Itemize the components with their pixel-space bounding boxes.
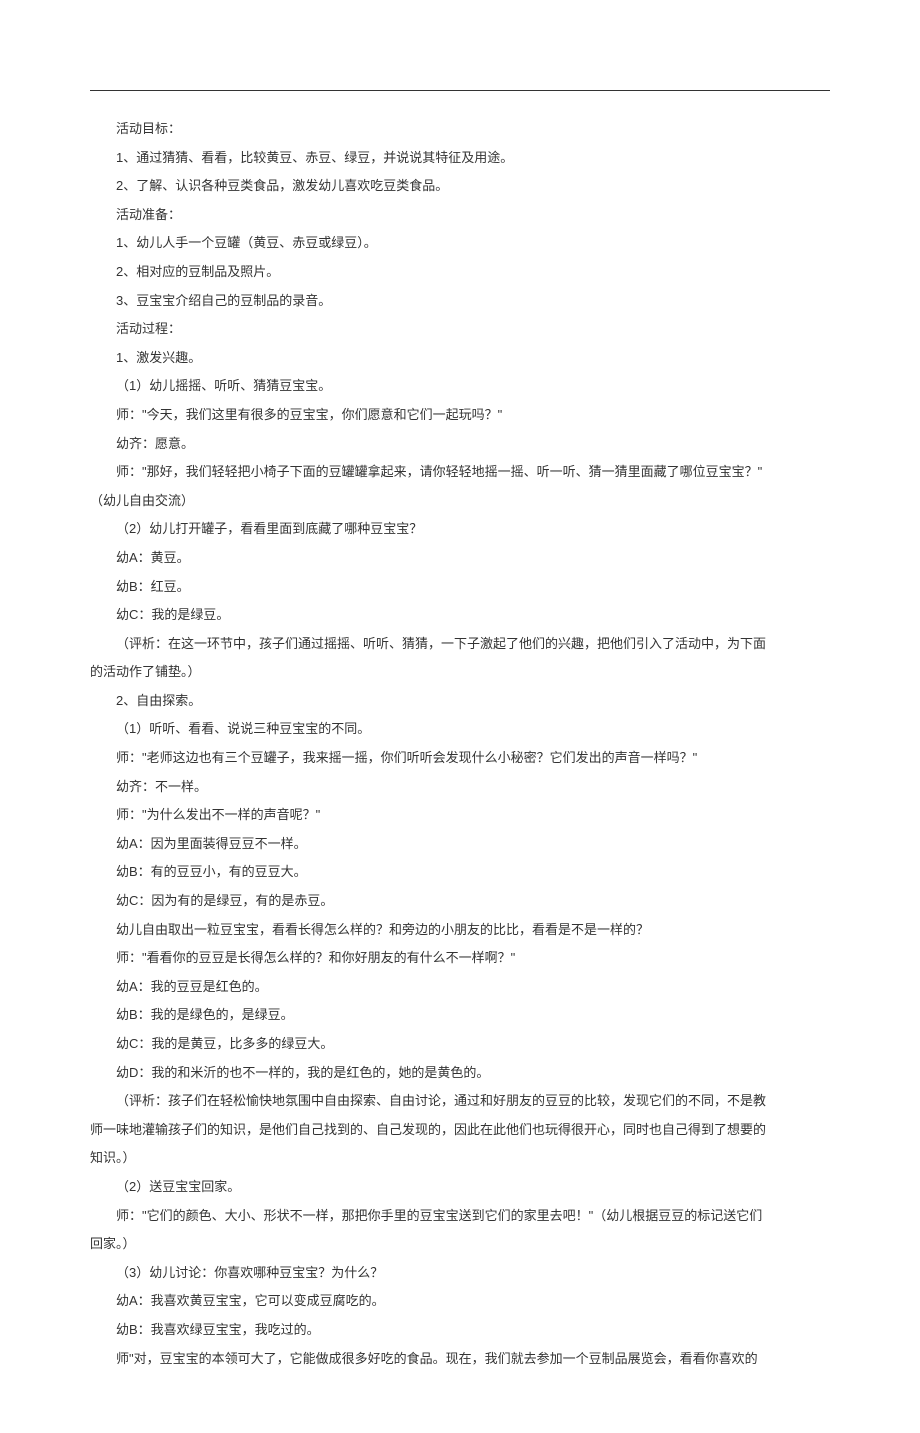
- text-line: （评析：在这一环节中，孩子们通过摇摇、听听、猜猜，一下子激起了他们的兴趣，把他们…: [90, 630, 830, 659]
- text-line: 师："老师这边也有三个豆罐子，我来摇一摇，你们听听会发现什么小秘密？它们发出的声…: [90, 744, 830, 773]
- text-line: 2、自由探索。: [90, 687, 830, 716]
- text-line: 师："今天，我们这里有很多的豆宝宝，你们愿意和它们一起玩吗？": [90, 401, 830, 430]
- text-line: 幼儿自由取出一粒豆宝宝，看看长得怎么样的？和旁边的小朋友的比比，看看是不是一样的…: [90, 916, 830, 945]
- text-line: 师："那好，我们轻轻把小椅子下面的豆罐罐拿起来，请你轻轻地摇一摇、听一听、猜一猜…: [90, 458, 830, 487]
- text-line: （3）幼儿讨论：你喜欢哪种豆宝宝？为什么？: [90, 1259, 830, 1288]
- text-line: 知识。）: [90, 1144, 830, 1173]
- text-line: 2、了解、认识各种豆类食品，激发幼儿喜欢吃豆类食品。: [90, 172, 830, 201]
- text-line: 幼A：因为里面装得豆豆不一样。: [90, 830, 830, 859]
- text-line: 师："它们的颜色、大小、形状不一样，那把你手里的豆宝宝送到它们的家里去吧！"（幼…: [90, 1202, 830, 1231]
- text-line: （1）幼儿摇摇、听听、猜猜豆宝宝。: [90, 372, 830, 401]
- text-line: 幼D：我的和米沂的也不一样的，我的是红色的，她的是黄色的。: [90, 1059, 830, 1088]
- text-line: 师"对，豆宝宝的本领可大了，它能做成很多好吃的食品。现在，我们就去参加一个豆制品…: [90, 1345, 830, 1374]
- text-line: 幼A：黄豆。: [90, 544, 830, 573]
- text-line: 回家。）: [90, 1230, 830, 1259]
- text-line: 幼齐：不一样。: [90, 773, 830, 802]
- text-line: 幼C：我的是黄豆，比多多的绿豆大。: [90, 1030, 830, 1059]
- text-line: （1）听听、看看、说说三种豆宝宝的不同。: [90, 715, 830, 744]
- text-line: （幼儿自由交流）: [90, 487, 830, 516]
- text-line: 幼B：红豆。: [90, 573, 830, 602]
- text-line: 1、通过猜猜、看看，比较黄豆、赤豆、绿豆，并说说其特征及用途。: [90, 144, 830, 173]
- text-line: 的活动作了铺垫。）: [90, 658, 830, 687]
- text-line: 幼C：我的是绿豆。: [90, 601, 830, 630]
- text-line: 师："看看你的豆豆是长得怎么样的？和你好朋友的有什么不一样啊？": [90, 944, 830, 973]
- text-line: 幼A：我的豆豆是红色的。: [90, 973, 830, 1002]
- text-line: （2）幼儿打开罐子，看看里面到底藏了哪种豆宝宝？: [90, 515, 830, 544]
- text-line: （评析：孩子们在轻松愉快地氛围中自由探索、自由讨论，通过和好朋友的豆豆的比较，发…: [90, 1087, 830, 1116]
- document-page: 活动目标：1、通过猜猜、看看，比较黄豆、赤豆、绿豆，并说说其特征及用途。2、了解…: [0, 0, 920, 1433]
- text-line: 3、豆宝宝介绍自己的豆制品的录音。: [90, 287, 830, 316]
- text-line: 活动目标：: [90, 115, 830, 144]
- text-line: 幼齐：愿意。: [90, 430, 830, 459]
- text-line: 活动过程：: [90, 315, 830, 344]
- text-line: 幼B：我的是绿色的，是绿豆。: [90, 1001, 830, 1030]
- document-body: 活动目标：1、通过猜猜、看看，比较黄豆、赤豆、绿豆，并说说其特征及用途。2、了解…: [90, 115, 830, 1373]
- text-line: 1、激发兴趣。: [90, 344, 830, 373]
- text-line: 幼B：我喜欢绿豆宝宝，我吃过的。: [90, 1316, 830, 1345]
- top-divider: [90, 90, 830, 91]
- text-line: 师："为什么发出不一样的声音呢？": [90, 801, 830, 830]
- text-line: 师一味地灌输孩子们的知识，是他们自己找到的、自己发现的，因此在此他们也玩得很开心…: [90, 1116, 830, 1145]
- text-line: 活动准备：: [90, 201, 830, 230]
- text-line: 幼C：因为有的是绿豆，有的是赤豆。: [90, 887, 830, 916]
- text-line: 2、相对应的豆制品及照片。: [90, 258, 830, 287]
- text-line: 幼B：有的豆豆小，有的豆豆大。: [90, 858, 830, 887]
- text-line: 1、幼儿人手一个豆罐（黄豆、赤豆或绿豆）。: [90, 229, 830, 258]
- text-line: （2）送豆宝宝回家。: [90, 1173, 830, 1202]
